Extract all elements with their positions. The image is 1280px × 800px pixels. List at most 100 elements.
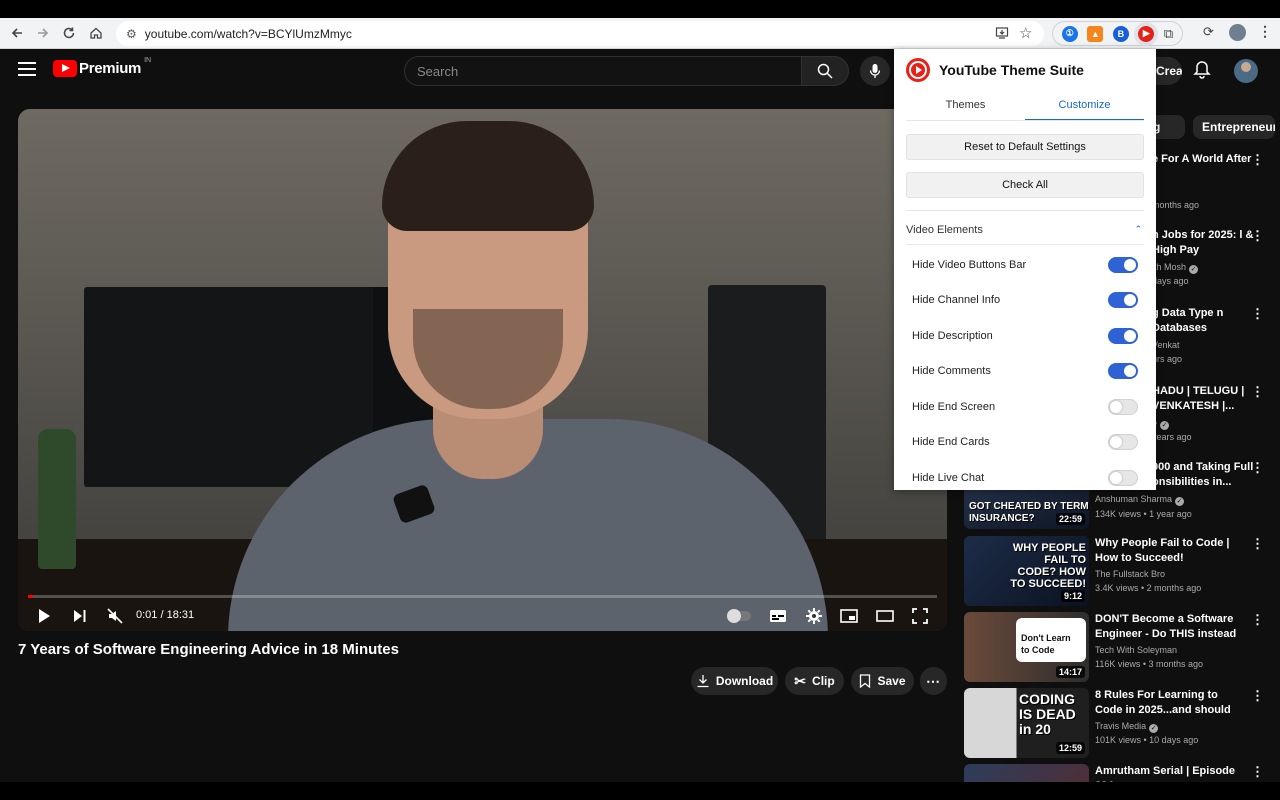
reset-defaults-button[interactable]: Reset to Default Settings — [906, 134, 1144, 160]
progress-fill — [28, 595, 33, 598]
metamask-icon[interactable]: ▲ — [1087, 25, 1104, 42]
bookmark-star-icon[interactable]: ☆ — [1019, 24, 1032, 42]
partial-rec-title[interactable]: HADU | TELUGU | VENKATESH |... — [1152, 384, 1262, 414]
hamburger-menu-icon[interactable] — [18, 62, 36, 78]
popup-header: YouTube Theme Suite — [906, 58, 1084, 82]
browser-menu-icon[interactable]: ⋮ — [1258, 23, 1272, 40]
rec-channel: Tech With Soleyman — [1095, 645, 1178, 655]
option-toggle[interactable] — [1108, 328, 1138, 344]
more-actions-button[interactable]: ⋯ — [920, 667, 947, 695]
search-button[interactable] — [801, 56, 849, 86]
option-row: Hide Comments — [912, 361, 1138, 381]
rec-meta: 116K views • 3 months ago — [1095, 659, 1204, 669]
fullscreen-icon — [912, 608, 928, 624]
install-app-icon[interactable] — [995, 26, 1009, 45]
notifications-bell-icon[interactable] — [1193, 60, 1211, 85]
rec-title[interactable]: Amrutham Serial | Episode 234: — [1095, 764, 1245, 782]
save-button[interactable]: Save — [851, 667, 914, 695]
download-label: Download — [715, 674, 774, 688]
account-avatar[interactable] — [1234, 59, 1258, 83]
partial-rec-channel: Venkat — [1152, 340, 1180, 350]
theater-mode-button[interactable] — [874, 601, 896, 631]
os-top-bar — [0, 0, 1280, 18]
recommendation-item[interactable]: Amrutham Serial | Episode 234: ⋮ — [964, 764, 1274, 782]
partial-rec-title[interactable]: h Jobs for 2025: l & High Pay — [1152, 228, 1262, 258]
rec-more-icon[interactable]: ⋮ — [1251, 307, 1264, 320]
save-label: Save — [877, 674, 906, 688]
verified-check-icon: ✓ — [1175, 497, 1185, 506]
rec-more-icon[interactable]: ⋮ — [1251, 385, 1264, 398]
search-input[interactable]: Search — [404, 56, 802, 86]
mute-button[interactable] — [104, 601, 126, 631]
rec-title[interactable]: DON'T Become a Software Engineer - Do TH… — [1095, 612, 1245, 642]
toggle-knob — [1110, 401, 1122, 413]
rec-more-icon[interactable]: ⋮ — [1251, 537, 1264, 550]
partial-rec-title[interactable]: e For A World After — [1152, 152, 1262, 167]
address-bar[interactable]: ⚙ youtube.com/watch?v=BCYlUmzMmyc — [116, 21, 1044, 46]
extensions-group: ① ▲ B ▶ ⧉ — [1052, 21, 1183, 46]
option-toggle[interactable] — [1108, 292, 1138, 308]
reload-icon[interactable] — [56, 20, 82, 46]
thumb-text: Don't Learn to Code — [1021, 633, 1071, 655]
option-toggle[interactable] — [1108, 434, 1138, 450]
download-button[interactable]: Download — [691, 667, 778, 695]
option-row: Hide End Screen — [912, 397, 1138, 417]
rec-thumbnail[interactable]: WHY PEOPLE FAIL TO CODE? HOW TO SUCCEED!… — [964, 536, 1089, 606]
voice-search-button[interactable] — [860, 56, 890, 86]
recommendation-item[interactable]: CODING IS DEAD in 20 12:59 8 Rules For L… — [964, 688, 1274, 758]
rec-more-icon[interactable]: ⋮ — [1251, 229, 1264, 242]
miniplayer-button[interactable] — [838, 601, 860, 631]
profile-avatar[interactable] — [1229, 24, 1246, 41]
progress-bar[interactable] — [28, 595, 937, 598]
play-button[interactable] — [34, 601, 54, 631]
rec-more-icon[interactable]: ⋮ — [1251, 765, 1264, 778]
player-controls: 0:01 / 18:31 — [18, 601, 947, 631]
miniplayer-icon — [840, 609, 858, 623]
rec-thumbnail[interactable]: CODING IS DEAD in 20 12:59 — [964, 688, 1089, 758]
youtube-theme-suite-icon[interactable]: ▶ — [1138, 25, 1155, 42]
bitwarden-icon[interactable]: B — [1112, 25, 1129, 42]
sync-icon[interactable]: ⟳ — [1203, 24, 1214, 40]
video-player[interactable]: 0:01 / 18:31 — [18, 109, 947, 631]
rec-more-icon[interactable]: ⋮ — [1251, 689, 1264, 702]
fullscreen-button[interactable] — [910, 601, 930, 631]
forward-icon[interactable] — [30, 20, 56, 46]
partial-rec-meta: urs ago — [1152, 354, 1183, 364]
subtitles-icon — [770, 610, 786, 622]
video-frame-bottle — [38, 429, 76, 569]
rec-thumbnail[interactable] — [964, 764, 1089, 782]
extensions-puzzle-icon[interactable]: ⧉ — [1164, 26, 1173, 42]
option-toggle[interactable] — [1108, 363, 1138, 379]
partial-rec-title[interactable]: g Data Type n Databases — [1152, 306, 1262, 336]
section-video-elements[interactable]: Video Elements ⌃ — [906, 224, 1144, 242]
option-label: Hide Live Chat — [912, 472, 985, 484]
site-settings-icon[interactable]: ⚙ — [126, 27, 137, 41]
one-password-icon[interactable]: ① — [1061, 25, 1078, 42]
back-icon[interactable] — [4, 20, 30, 46]
chip-entrepreneur[interactable]: Entrepreneur — [1193, 115, 1275, 139]
rec-title[interactable]: 8 Rules For Learning to Code in 2025...a… — [1095, 688, 1245, 718]
subtitles-button[interactable] — [768, 601, 788, 631]
rec-thumbnail[interactable]: Don't Learn to Code 14:17 — [964, 612, 1089, 682]
youtube-theme-suite-logo-icon — [906, 58, 930, 82]
tab-customize[interactable]: Customize — [1025, 99, 1144, 121]
rec-channel-text: Anshuman Sharma — [1095, 494, 1173, 504]
youtube-logo[interactable]: Premium IN — [53, 57, 151, 77]
option-toggle[interactable] — [1108, 257, 1138, 273]
muted-volume-icon — [107, 608, 123, 624]
rec-more-icon[interactable]: ⋮ — [1251, 613, 1264, 626]
settings-button[interactable] — [804, 601, 824, 631]
home-icon[interactable] — [83, 20, 109, 46]
next-button[interactable] — [70, 601, 90, 631]
rec-channel-text: Travis Media — [1095, 721, 1147, 731]
clip-button[interactable]: ✂ Clip — [785, 667, 844, 695]
rec-more-icon[interactable]: ⋮ — [1251, 153, 1264, 166]
option-toggle[interactable] — [1108, 399, 1138, 415]
tab-themes[interactable]: Themes — [906, 99, 1025, 121]
recommendation-item[interactable]: Don't Learn to Code 14:17 DON'T Become a… — [964, 612, 1274, 682]
check-all-button[interactable]: Check All — [906, 172, 1144, 198]
rec-title[interactable]: Why People Fail to Code | How to Succeed… — [1095, 536, 1245, 566]
option-toggle[interactable] — [1108, 470, 1138, 486]
recommendation-item[interactable]: WHY PEOPLE FAIL TO CODE? HOW TO SUCCEED!… — [964, 536, 1274, 606]
autoplay-toggle[interactable] — [726, 601, 752, 631]
